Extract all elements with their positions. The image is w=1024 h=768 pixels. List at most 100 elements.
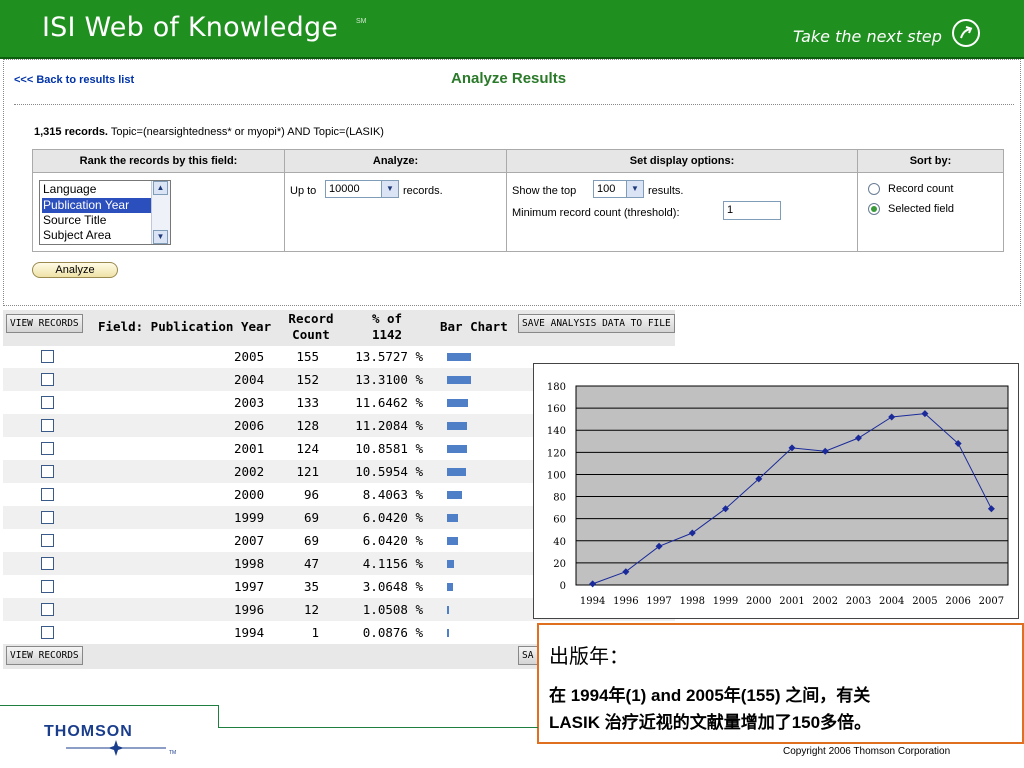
record-count-header: Record Count xyxy=(288,311,334,342)
year-cell: 2001 xyxy=(234,441,265,456)
save-analysis-data-button[interactable]: SAVE ANALYSIS DATA TO FILE xyxy=(518,314,675,333)
percent-cell: 13.3100 % xyxy=(355,372,423,387)
brand-title: ISI Web of Knowledge xyxy=(42,12,339,43)
percent-bar xyxy=(447,537,458,545)
header-rank-field: Rank the records by this field: xyxy=(33,150,285,173)
percent-bar xyxy=(447,399,468,407)
up-to-label: Up to xyxy=(290,185,317,197)
row-checkbox[interactable] xyxy=(41,373,54,386)
query-text: Topic=(nearsightedness* or myopi*) AND T… xyxy=(110,126,384,138)
copyright-text: Copyright 2006 Thomson Corporation xyxy=(783,746,951,757)
row-checkbox[interactable] xyxy=(41,350,54,363)
count-cell: 155 xyxy=(296,349,319,364)
row-checkbox[interactable] xyxy=(41,396,54,409)
x-tick-label: 1997 xyxy=(646,596,671,607)
count-cell: 12 xyxy=(303,602,319,617)
bar-chart-header: Bar Chart xyxy=(440,319,508,334)
percent-cell: 6.0420 % xyxy=(362,533,423,548)
line-chart: 0 20 40 60 80 100 120 140 160 180 1994 1996 1997 1998… xyxy=(547,382,1009,607)
plot-area xyxy=(575,385,1009,586)
annotation-line-2: LASIK 治疗近视的文献量增加了150多倍。 xyxy=(549,713,872,732)
count-cell: 69 xyxy=(303,510,319,525)
percent-bar xyxy=(447,629,449,637)
row-checkbox[interactable] xyxy=(41,557,54,570)
year-cell: 2007 xyxy=(234,533,265,548)
year-cell: 2004 xyxy=(234,372,265,387)
threshold-input[interactable]: 1 xyxy=(723,201,781,220)
x-tick-label: 1996 xyxy=(613,596,638,607)
x-tick-label: 2001 xyxy=(779,596,804,607)
y-tick-label: 20 xyxy=(553,559,566,570)
sort-selected-field-radio[interactable] xyxy=(868,203,880,215)
percent-cell: 8.4063 % xyxy=(362,487,423,502)
listbox-scrollbar[interactable]: ▲ ▼ xyxy=(151,181,170,244)
row-checkbox[interactable] xyxy=(41,603,54,616)
x-tick-label: 2004 xyxy=(879,596,904,607)
results-table-header: VIEW RECORDS Field: Publication Year Rec… xyxy=(3,310,675,346)
year-cell: 2003 xyxy=(234,395,265,410)
count-cell: 47 xyxy=(303,556,319,571)
x-tick-label: 1998 xyxy=(680,596,705,607)
column-divider xyxy=(506,173,507,252)
x-tick-label: 2003 xyxy=(846,596,871,607)
rank-field-listbox[interactable]: Language Publication Year Source Title S… xyxy=(39,180,171,245)
x-tick-label: 2000 xyxy=(746,596,771,607)
x-tick-label: 2006 xyxy=(945,596,970,607)
view-records-button[interactable]: VIEW RECORDS xyxy=(6,314,83,333)
field-option-source-title[interactable]: Source Title xyxy=(42,213,153,228)
count-cell: 121 xyxy=(296,464,319,479)
header-display-options: Set display options: xyxy=(507,150,858,173)
x-tick-label: 2007 xyxy=(979,596,1004,607)
count-cell: 133 xyxy=(296,395,319,410)
row-checkbox[interactable] xyxy=(41,511,54,524)
year-cell: 1998 xyxy=(234,556,265,571)
analyze-button[interactable]: Analyze xyxy=(32,262,118,278)
view-records-button[interactable]: VIEW RECORDS xyxy=(6,646,83,665)
percent-bar xyxy=(447,514,458,522)
count-cell: 128 xyxy=(296,418,319,433)
footer-rule xyxy=(0,705,218,706)
page-title: Analyze Results xyxy=(451,70,567,87)
percent-bar xyxy=(447,422,467,430)
header-analyze: Analyze: xyxy=(285,150,507,173)
y-tick-label: 100 xyxy=(547,470,566,481)
field-option-language[interactable]: Language xyxy=(42,182,153,197)
results-label: results. xyxy=(648,185,684,197)
threshold-label: Minimum record count (threshold): xyxy=(512,207,680,219)
publication-year-chart: 0 20 40 60 80 100 120 140 160 180 1994 1996 1997 1998… xyxy=(533,363,1019,619)
count-cell: 1 xyxy=(311,625,319,640)
row-checkbox[interactable] xyxy=(41,626,54,639)
row-checkbox[interactable] xyxy=(41,580,54,593)
back-to-results-link[interactable]: <<< Back to results list xyxy=(14,74,134,86)
percent-cell: 10.5954 % xyxy=(355,464,423,479)
percent-bar xyxy=(447,491,462,499)
count-cell: 35 xyxy=(303,579,319,594)
scroll-up-icon[interactable]: ▲ xyxy=(153,181,168,195)
y-tick-label: 140 xyxy=(547,426,566,437)
row-checkbox[interactable] xyxy=(41,534,54,547)
show-top-value: 100 xyxy=(597,183,616,195)
row-checkbox[interactable] xyxy=(41,465,54,478)
y-tick-label: 60 xyxy=(553,515,566,526)
scroll-down-icon[interactable]: ▼ xyxy=(153,230,168,244)
percent-bar xyxy=(447,445,467,453)
sort-record-count-radio[interactable] xyxy=(868,183,880,195)
up-to-select[interactable]: 10000 ▼ xyxy=(325,180,399,198)
arrow-up-right-circle-icon xyxy=(952,19,980,47)
row-checkbox[interactable] xyxy=(41,488,54,501)
percent-cell: 4.1156 % xyxy=(362,556,423,571)
row-checkbox[interactable] xyxy=(41,419,54,432)
brand-service-mark: SM xyxy=(356,18,367,25)
row-checkbox[interactable] xyxy=(41,442,54,455)
percent-cell: 10.8581 % xyxy=(355,441,423,456)
percent-cell: 0.0876 % xyxy=(362,625,423,640)
year-cell: 2002 xyxy=(234,464,265,479)
field-option-subject-area[interactable]: Subject Area xyxy=(42,228,153,243)
year-cell: 2005 xyxy=(234,349,265,364)
field-option-publication-year[interactable]: Publication Year xyxy=(42,198,153,213)
query-summary: 1,315 records. Topic=(nearsightedness* o… xyxy=(34,126,384,138)
tagline: Take the next step xyxy=(793,27,942,46)
footer-rule xyxy=(218,727,538,728)
x-tick-label: 1999 xyxy=(713,596,738,607)
show-top-select[interactable]: 100 ▼ xyxy=(593,180,644,198)
